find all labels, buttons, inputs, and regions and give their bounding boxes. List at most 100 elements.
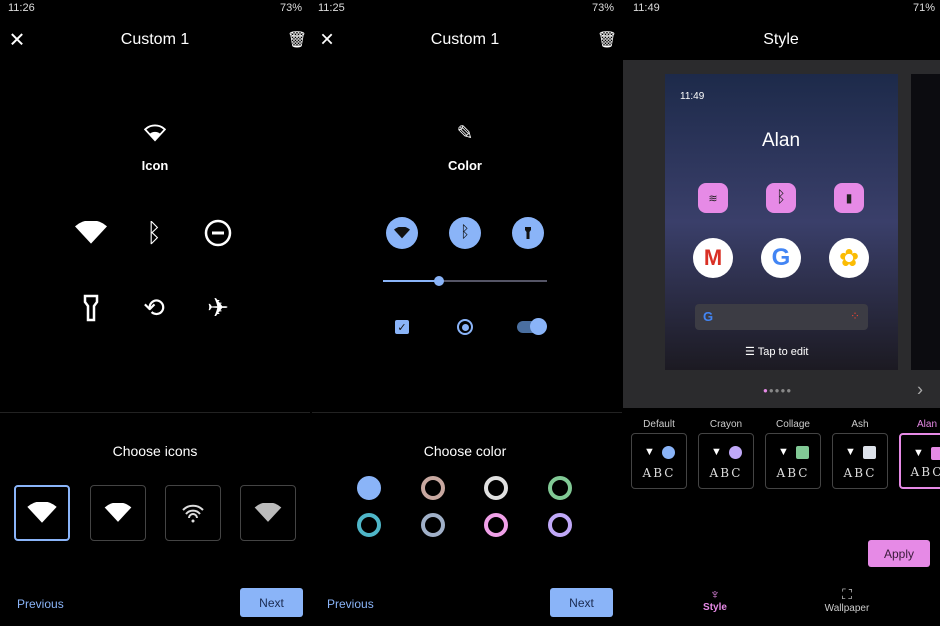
style-option-label: Crayon xyxy=(709,419,743,430)
close-icon[interactable]: ✕ xyxy=(319,30,334,51)
wifi-icon xyxy=(144,124,166,142)
icon-panel: 11:26 73% ✕ Custom 1 🗑 Icon ᛒ ⟲ ✈ Choose… xyxy=(0,0,310,626)
style-option[interactable]: ▼ ABC xyxy=(832,433,888,489)
wifi-icon: ▼ xyxy=(845,446,856,458)
slider-thumb[interactable] xyxy=(433,276,444,286)
color-option[interactable] xyxy=(548,513,572,537)
google-icon: G xyxy=(761,238,801,278)
eyedropper-icon: ✎ xyxy=(456,122,474,145)
wifi-icon xyxy=(75,221,107,245)
preview-name: Alan xyxy=(761,130,801,151)
color-option[interactable] xyxy=(484,476,508,500)
brush-icon: ♆ xyxy=(709,586,721,602)
next-button[interactable]: Next xyxy=(550,588,613,617)
apply-button[interactable]: Apply xyxy=(868,540,930,567)
color-swatch xyxy=(863,446,876,459)
wifi-icon: ▼ xyxy=(778,446,789,458)
tap-to-edit[interactable]: ☰ Tap to edit xyxy=(745,345,808,358)
tune-icon: ☰ xyxy=(745,346,758,358)
flashlight-icon xyxy=(512,217,544,249)
next-button[interactable]: Next xyxy=(240,588,303,617)
bluetooth-icon: ᛒ xyxy=(146,217,162,248)
divider xyxy=(312,412,622,413)
color-option[interactable] xyxy=(357,476,381,500)
photos-icon: ✿ xyxy=(829,238,869,278)
font-sample: ABC xyxy=(709,466,743,480)
wallpaper-icon: ⛶ xyxy=(842,586,852,602)
page-dots: ●●●●● xyxy=(763,386,793,395)
choose-icons-label: Choose icons xyxy=(112,443,198,459)
font-sample: ABC xyxy=(910,465,940,479)
font-sample: ABC xyxy=(776,466,810,480)
color-option[interactable] xyxy=(548,476,572,500)
icon-style-option[interactable] xyxy=(165,485,221,541)
color-option[interactable] xyxy=(484,513,508,537)
icon-style-option[interactable] xyxy=(14,485,70,541)
color-option[interactable] xyxy=(421,513,445,537)
preview-area: 11:49 Alan ≋ ᛒ ▮ M G ✿ G ⁘ ☰ Tap to edit … xyxy=(623,60,940,408)
wifi-icon: ▼ xyxy=(644,446,655,458)
checkbox[interactable]: ✓ xyxy=(395,320,409,334)
nav-style[interactable]: ♆ Style xyxy=(695,586,735,613)
status-time: 11:26 xyxy=(8,2,35,14)
status-battery: 73% xyxy=(280,2,303,14)
font-sample: ABC xyxy=(642,466,676,480)
nav-wallpaper[interactable]: ⛶ Wallpaper xyxy=(819,586,875,614)
style-option[interactable]: ▼ ABC xyxy=(631,433,687,489)
home-preview[interactable]: 11:49 Alan ≋ ᛒ ▮ M G ✿ G ⁘ ☰ Tap to edit xyxy=(665,74,898,370)
style-option-label: Default xyxy=(643,419,675,430)
bluetooth-icon: ᛒ xyxy=(766,183,796,213)
previous-button[interactable]: Previous xyxy=(17,597,64,611)
style-option-label: Ash xyxy=(851,419,869,430)
style-option-label: Collage xyxy=(776,419,810,430)
status-time: 11:25 xyxy=(318,2,345,14)
wifi-icon xyxy=(386,217,418,249)
divider xyxy=(0,412,310,413)
do-not-disturb-icon xyxy=(204,219,232,247)
wifi-icon: ▼ xyxy=(913,447,924,459)
wifi-icon: ≋ xyxy=(698,183,728,213)
style-option-label: Alan xyxy=(916,419,938,430)
trash-icon[interactable]: 🗑 xyxy=(597,30,617,50)
color-swatch xyxy=(662,446,675,459)
style-panel: 11:49 71% Style 11:49 Alan ≋ ᛒ ▮ M G ✿ G… xyxy=(623,0,940,626)
auto-rotate-icon: ⟲ xyxy=(143,292,165,323)
status-battery: 71% xyxy=(913,2,936,14)
section-label: Color xyxy=(448,158,482,173)
color-swatch xyxy=(796,446,809,459)
color-swatch xyxy=(931,447,940,460)
flashlight-icon: ▮ xyxy=(834,183,864,213)
flashlight-icon xyxy=(83,294,99,322)
bluetooth-icon: ᛒ xyxy=(449,217,481,249)
style-option[interactable]: ▼ ABC xyxy=(899,433,940,489)
assistant-icon: ⁘ xyxy=(849,309,860,323)
font-sample: ABC xyxy=(843,466,877,480)
color-option[interactable] xyxy=(421,476,445,500)
status-time: 11:49 xyxy=(633,2,660,14)
color-swatch xyxy=(729,446,742,459)
airplane-icon: ✈ xyxy=(207,292,229,323)
search-bar: G ⁘ xyxy=(695,304,868,330)
style-option[interactable]: ▼ ABC xyxy=(698,433,754,489)
previous-button[interactable]: Previous xyxy=(327,597,374,611)
page-title: Custom 1 xyxy=(430,31,500,48)
radio-button[interactable] xyxy=(457,319,473,335)
gmail-icon: M xyxy=(693,238,733,278)
wifi-icon: ▼ xyxy=(711,446,722,458)
trash-icon[interactable]: 🗑 xyxy=(287,30,307,50)
choose-color-label: Choose color xyxy=(423,443,507,459)
close-icon[interactable]: ✕ xyxy=(9,28,26,53)
slider[interactable] xyxy=(383,276,547,286)
section-label: Icon xyxy=(141,158,169,173)
color-panel: 11:25 73% ✕ Custom 1 🗑 ✎ Color ᛒ ✓ Choos… xyxy=(312,0,622,626)
color-option[interactable] xyxy=(357,513,381,537)
icon-style-option[interactable] xyxy=(90,485,146,541)
style-option[interactable]: ▼ ABC xyxy=(765,433,821,489)
icon-style-option[interactable] xyxy=(240,485,296,541)
toggle-switch[interactable] xyxy=(517,318,547,335)
chevron-right-icon[interactable]: › xyxy=(917,380,923,401)
status-battery: 73% xyxy=(592,2,615,14)
next-preview xyxy=(911,74,940,370)
preview-time: 11:49 xyxy=(680,91,705,102)
page-title: Style xyxy=(763,31,799,48)
